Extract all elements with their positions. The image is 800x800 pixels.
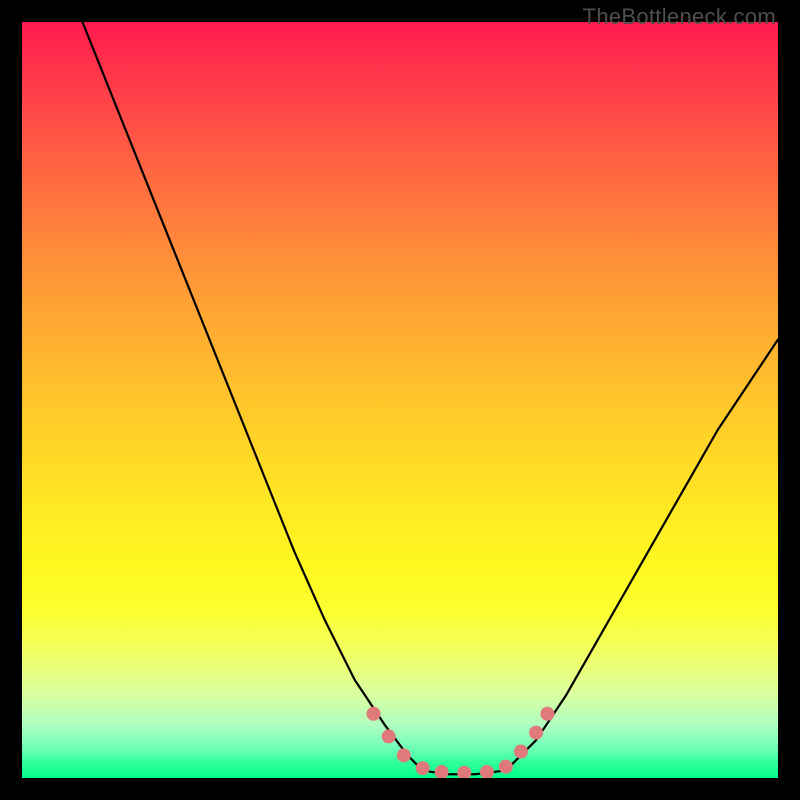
marker-dot-1 [382, 729, 396, 743]
marker-dot-6 [480, 765, 494, 778]
marker-dot-9 [529, 726, 543, 740]
series-right-curve [506, 340, 778, 771]
series-left-curve [82, 22, 422, 770]
marker-dot-7 [499, 760, 513, 774]
highlight-markers [367, 707, 555, 778]
watermark-text: TheBottleneck.com [583, 4, 776, 30]
marker-dot-0 [367, 707, 381, 721]
chart-svg [22, 22, 778, 778]
marker-dot-10 [540, 707, 554, 721]
plot-area [22, 22, 778, 778]
curve-lines [82, 22, 778, 774]
marker-dot-5 [457, 766, 471, 778]
marker-dot-2 [397, 748, 411, 762]
marker-dot-3 [416, 761, 430, 775]
marker-dot-4 [435, 765, 449, 778]
chart-frame: TheBottleneck.com [0, 0, 800, 800]
marker-dot-8 [514, 745, 528, 759]
